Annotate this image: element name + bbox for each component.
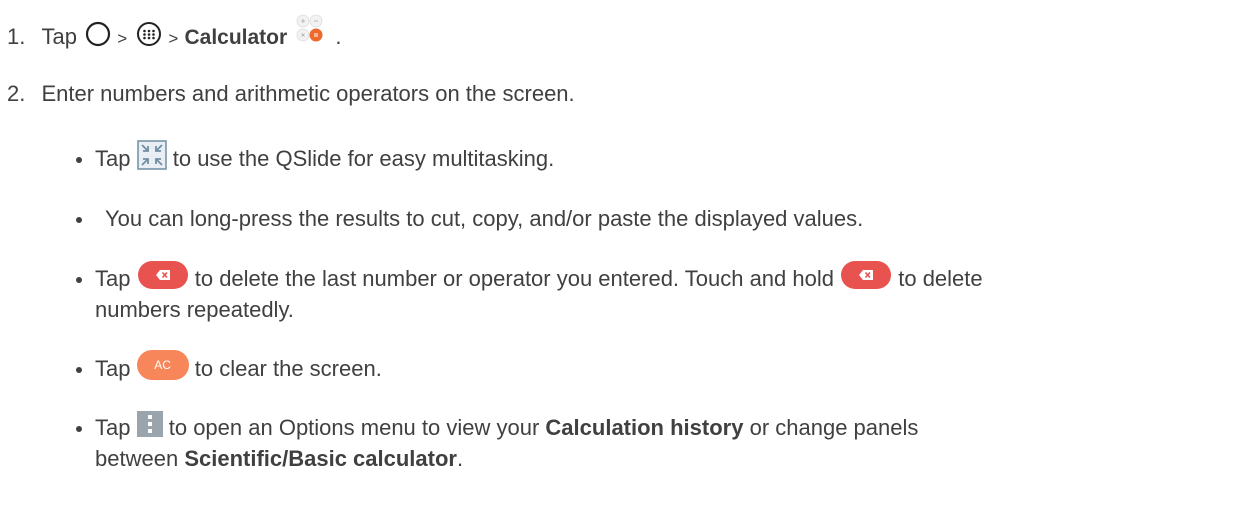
step-end: .	[335, 23, 342, 49]
step-number: 2.	[7, 81, 26, 106]
bullet-end: .	[456, 446, 464, 471]
bullet-text: to clear the screen.	[194, 356, 382, 381]
bullet-delete: Tap to delete the last number or operato…	[95, 261, 983, 295]
bullet-text: Tap	[95, 356, 131, 381]
calculator-mode-label: Scientific/Basic calculator	[184, 446, 457, 471]
bullet-text: Tap	[95, 266, 131, 291]
step-2: 2. Enter numbers and arithmetic operator…	[7, 80, 575, 108]
bullet-marker	[76, 426, 82, 432]
bullet-text: Tap	[95, 415, 131, 440]
bullet-text: to delete the last number or operator yo…	[194, 266, 834, 291]
bullet-options-continued: between Scientific/Basic calculator.	[95, 445, 463, 473]
step-text: Enter numbers and arithmetic operators o…	[41, 81, 575, 106]
bullet-text: to delete	[898, 266, 983, 291]
bullet-text: Tap	[95, 146, 131, 171]
bullet-text: between	[95, 446, 179, 471]
backspace-icon	[840, 260, 892, 290]
bullet-text: numbers repeatedly.	[95, 297, 294, 322]
calculator-app-icon	[293, 12, 329, 48]
home-circle-icon	[85, 21, 111, 47]
bullet-longpress: You can long-press the results to cut, c…	[105, 205, 863, 233]
qslide-icon	[136, 140, 167, 170]
step-number: 1.	[7, 23, 26, 49]
bullet-qslide: Tap to use the QSlide for easy multitask…	[95, 140, 555, 175]
step-1: 1. Tap > > Calculator .	[7, 14, 342, 56]
bullet-marker	[76, 277, 82, 283]
bullet-delete-continued: numbers repeatedly.	[95, 296, 294, 324]
calculation-history-label: Calculation history	[545, 415, 744, 440]
ac-button-icon: AC	[136, 350, 189, 381]
apps-grid-icon	[136, 21, 162, 47]
bullet-text: to open an Options menu to view your	[168, 415, 540, 440]
separator: >	[168, 28, 179, 48]
bullet-options: Tap to open an Options menu to view your…	[95, 411, 919, 442]
bullet-marker	[76, 367, 82, 373]
bullet-marker	[76, 217, 82, 223]
backspace-icon	[137, 260, 189, 290]
separator: >	[117, 28, 128, 48]
calculator-label: Calculator	[184, 25, 288, 49]
bullet-text: or change panels	[749, 415, 919, 440]
step-text: Tap	[41, 23, 77, 49]
bullet-clear: Tap AC to clear the screen.	[95, 350, 382, 385]
bullet-marker	[76, 157, 82, 163]
bullet-text: to use the QSlide for easy multitasking.	[172, 146, 555, 171]
bullet-text: You can long-press the results to cut, c…	[105, 206, 864, 231]
menu-dots-icon	[136, 411, 163, 438]
